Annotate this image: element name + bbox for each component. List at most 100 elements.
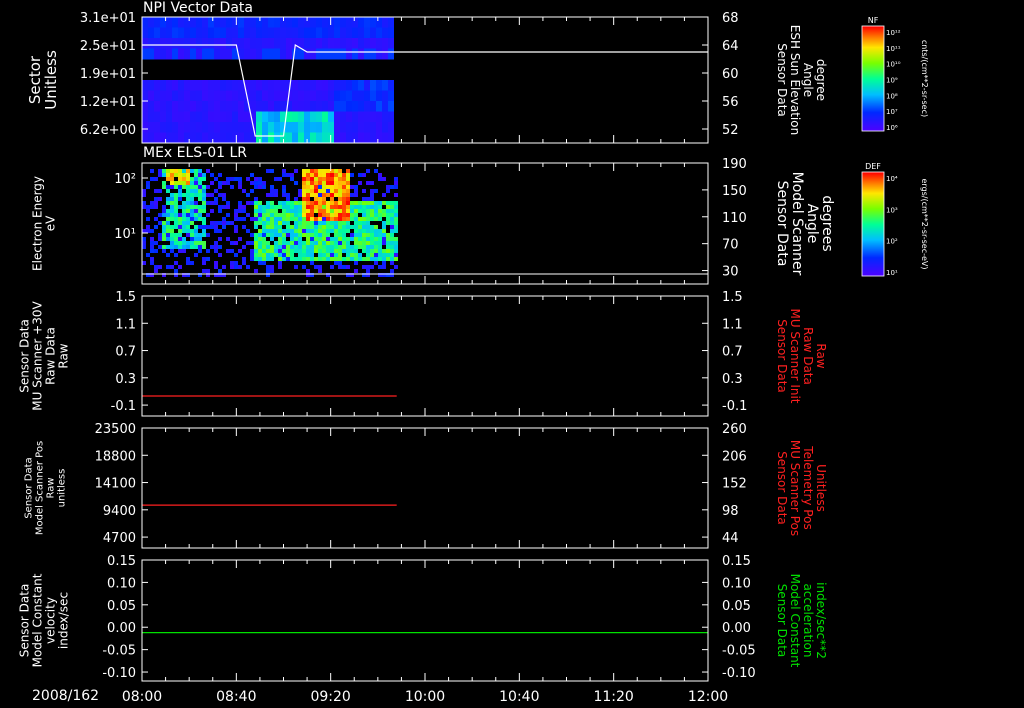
els-cell [202, 225, 206, 229]
npi-cell [322, 90, 328, 102]
npi-cell [238, 90, 244, 102]
els-cell [326, 169, 330, 173]
right-tick-label: 30 [722, 265, 739, 280]
els-cell [322, 225, 326, 229]
els-cell [218, 221, 222, 225]
els-cell [318, 193, 322, 197]
npi-cell [274, 27, 280, 39]
date-label: 2008/162 [32, 688, 100, 704]
els-cell [390, 201, 394, 205]
els-cell [258, 253, 262, 257]
npi-cell [148, 90, 154, 102]
npi-cell [220, 111, 226, 123]
els-cell [226, 237, 230, 241]
els-cell [314, 245, 318, 249]
els-cell [254, 217, 258, 221]
els-cell [362, 189, 366, 193]
npi-cell [268, 27, 274, 39]
els-cell [306, 249, 310, 253]
els-cell [226, 213, 230, 217]
els-cell [154, 265, 158, 269]
els-cell [282, 201, 286, 205]
els-cell [282, 245, 286, 249]
colorbar-tick: 10⁶ [886, 124, 898, 132]
els-cell [154, 205, 158, 209]
els-cell [322, 245, 326, 249]
els-cell [238, 181, 242, 185]
els-cell [302, 217, 306, 221]
npi-cell [142, 48, 148, 60]
els-cell [354, 233, 358, 237]
right-axis-label: degrees [819, 195, 835, 251]
npi-cell [316, 27, 322, 39]
els-cell [334, 201, 338, 205]
els-cell [362, 217, 366, 221]
npi-cell [244, 27, 250, 39]
els-cell [358, 253, 362, 257]
els-cell [266, 229, 270, 233]
els-cell [162, 213, 166, 217]
npi-cell [172, 90, 178, 102]
npi-cell [304, 101, 310, 112]
els-cell [290, 213, 294, 217]
els-cell [202, 185, 206, 189]
els-cell [206, 249, 210, 253]
els-cell [322, 209, 326, 213]
npi-cell [238, 17, 244, 28]
els-cell [270, 201, 274, 205]
left-axis-label: eV [44, 215, 58, 231]
els-cell [366, 209, 370, 213]
left-tick-label: 1.1 [115, 317, 136, 332]
els-cell [182, 249, 186, 253]
els-cell [370, 193, 374, 197]
els-cell [158, 245, 162, 249]
els-cell [178, 181, 182, 185]
npi-cell [334, 90, 340, 102]
els-cell [162, 245, 166, 249]
els-cell [310, 201, 314, 205]
els-cell [194, 169, 198, 173]
els-cell [294, 209, 298, 213]
els-cell [334, 249, 338, 253]
els-cell [362, 241, 366, 245]
colorbar-tick: 10¹¹ [886, 45, 901, 53]
els-cell [186, 245, 190, 249]
right-axis-label: Unitless [814, 464, 828, 512]
els-cell [358, 237, 362, 241]
npi-cell [274, 38, 280, 49]
els-cell [178, 237, 182, 241]
npi-cell [316, 122, 322, 133]
left-tick-label: 14100 [95, 477, 136, 492]
npi-cell [298, 17, 304, 28]
els-cell [346, 181, 350, 185]
els-cell [206, 193, 210, 197]
els-cell [346, 209, 350, 213]
els-cell [262, 185, 266, 189]
npi-cell [310, 122, 316, 133]
npi-cell [238, 111, 244, 123]
npi-cell [232, 122, 238, 133]
npi-cell [340, 48, 346, 60]
els-cell [390, 233, 394, 237]
els-cell [330, 181, 334, 185]
els-cell [346, 249, 350, 253]
colorbar-2 [862, 172, 884, 277]
els-cell [238, 177, 242, 181]
els-cell [274, 249, 278, 253]
npi-cell [190, 38, 196, 49]
els-cell [190, 261, 194, 265]
els-cell [298, 205, 302, 209]
npi-cell [196, 122, 202, 133]
els-cell [178, 169, 182, 173]
els-cell [370, 189, 374, 193]
right-axis-label: Telemetry Pos [801, 445, 815, 529]
left-tick-label: 10² [114, 172, 136, 187]
npi-cell [178, 90, 184, 102]
npi-cell [376, 101, 382, 112]
els-cell [214, 225, 218, 229]
els-cell [202, 189, 206, 193]
els-cell [186, 205, 190, 209]
els-cell [322, 173, 326, 177]
panel2-title: MEx ELS-01 LR [143, 145, 248, 161]
els-cell [290, 177, 294, 181]
